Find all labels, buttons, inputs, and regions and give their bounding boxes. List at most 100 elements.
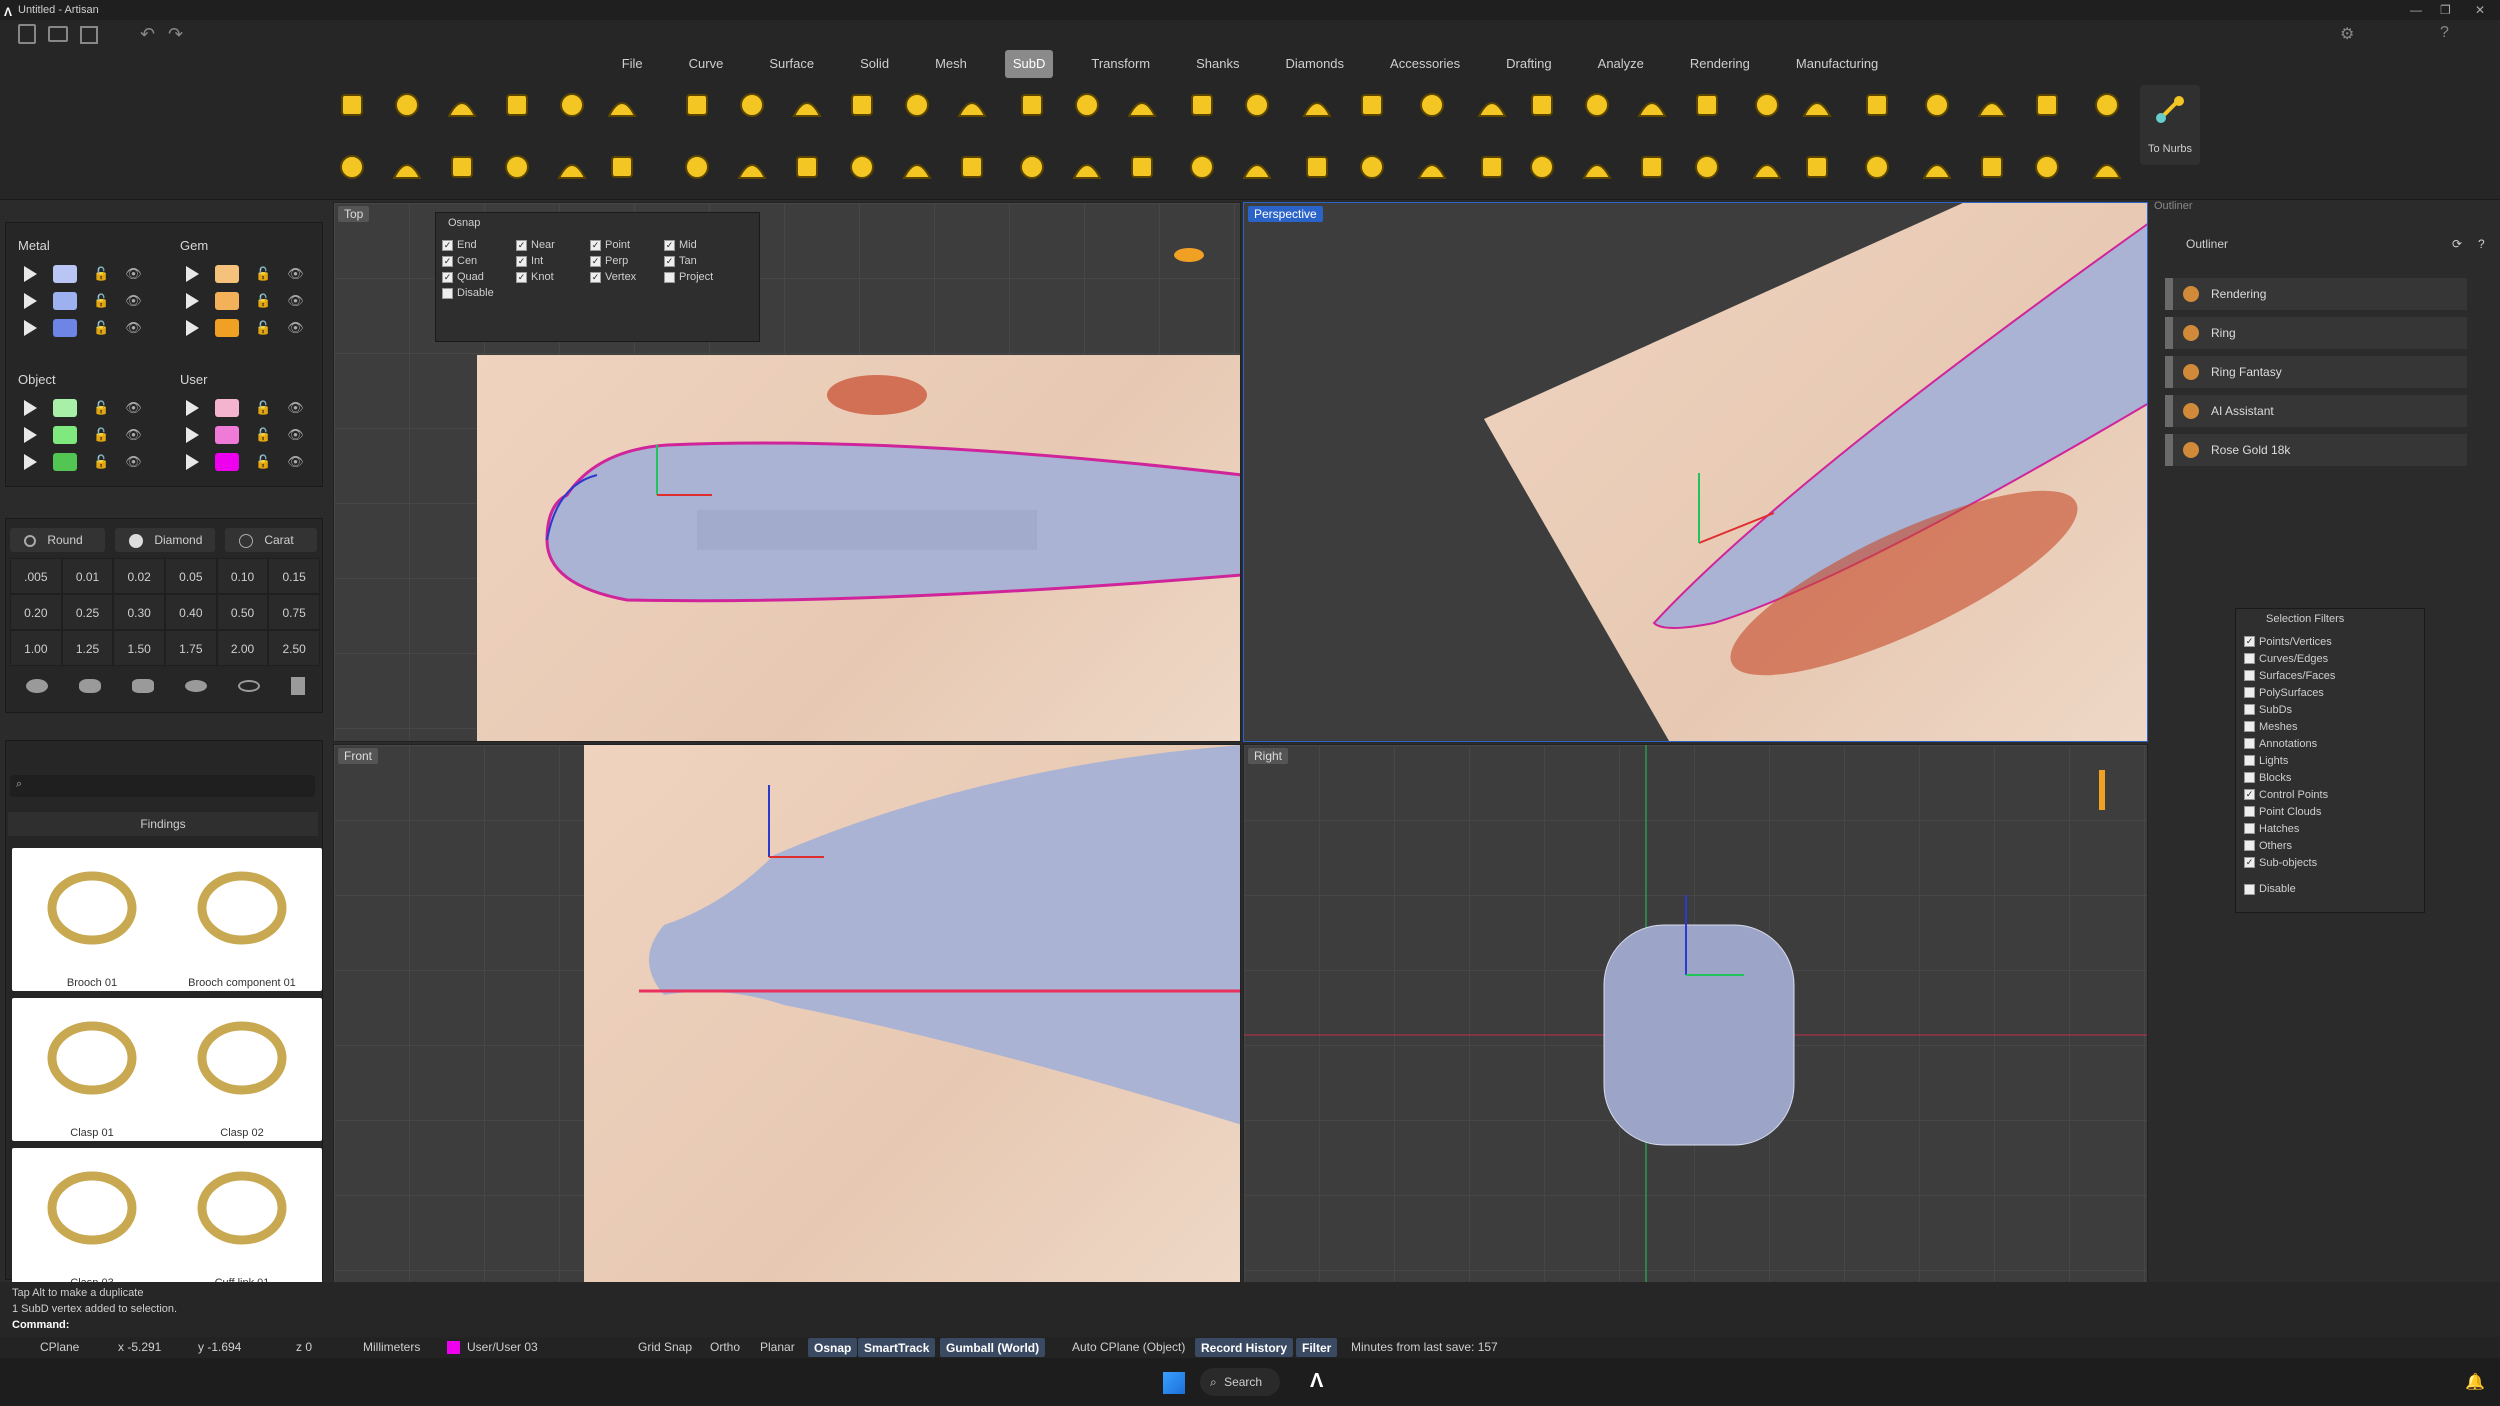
menu-accessories[interactable]: Accessories xyxy=(1382,50,1468,78)
ribbon-tool-button[interactable] xyxy=(1240,88,1274,122)
library-category[interactable]: Findings xyxy=(8,812,318,836)
checkbox[interactable]: ✓ xyxy=(2244,636,2255,647)
selection-filter-disable[interactable]: Disable xyxy=(2244,881,2414,897)
gem-size-option[interactable]: 0.15 xyxy=(268,558,320,594)
layer-color-swatch[interactable] xyxy=(53,426,77,444)
ribbon-tool-button[interactable] xyxy=(2090,150,2124,184)
menu-curve[interactable]: Curve xyxy=(681,50,732,78)
ribbon-tool-button[interactable] xyxy=(1635,88,1669,122)
ribbon-tool-button[interactable] xyxy=(845,150,879,184)
outliner-item[interactable]: Rendering xyxy=(2165,278,2467,310)
selection-filter-option[interactable]: Point Clouds xyxy=(2244,803,2414,820)
notification-icon[interactable]: 🔔 xyxy=(2465,1372,2485,1392)
selection-filter-option[interactable]: Meshes xyxy=(2244,718,2414,735)
eye-icon[interactable]: 👁 xyxy=(287,454,304,470)
menu-rendering[interactable]: Rendering xyxy=(1682,50,1758,78)
ribbon-tool-button[interactable] xyxy=(555,150,589,184)
ribbon-tool-button[interactable] xyxy=(1475,150,1509,184)
checkbox[interactable]: ✓ xyxy=(442,239,453,251)
layer-color-swatch[interactable] xyxy=(53,319,77,337)
menu-subd[interactable]: SubD xyxy=(1004,50,1054,78)
ribbon-tool-button[interactable] xyxy=(1070,88,1104,122)
select-layer-icon[interactable] xyxy=(24,320,37,336)
help-icon[interactable]: ? xyxy=(2478,230,2485,258)
layer-color-swatch[interactable] xyxy=(53,292,77,310)
ribbon-tool-button[interactable] xyxy=(445,88,479,122)
selection-filter-option[interactable]: ✓ Control Points xyxy=(2244,786,2414,803)
osnap-option[interactable]: ✓ Int xyxy=(516,253,590,269)
checkbox[interactable]: ✓ xyxy=(442,255,453,267)
menu-surface[interactable]: Surface xyxy=(761,50,822,78)
lock-icon[interactable]: 🔓 xyxy=(93,320,109,336)
checkbox[interactable]: ✓ xyxy=(590,255,601,267)
select-layer-icon[interactable] xyxy=(186,400,199,416)
ribbon-tool-button[interactable] xyxy=(2030,150,2064,184)
viewport-label-front[interactable]: Front xyxy=(338,748,379,764)
gem-size-option[interactable]: 0.75 xyxy=(268,594,320,630)
grid-snap-toggle[interactable]: Grid Snap xyxy=(638,1337,692,1358)
ribbon-tool-button[interactable] xyxy=(1750,88,1784,122)
ribbon-tool-button[interactable] xyxy=(1415,88,1449,122)
gem-cut-icon[interactable] xyxy=(25,679,48,693)
menu-drafting[interactable]: Drafting xyxy=(1498,50,1560,78)
lock-icon[interactable]: 🔓 xyxy=(255,400,271,416)
record-history-toggle[interactable]: Record History xyxy=(1195,1338,1294,1357)
viewport-perspective[interactable]: Perspective xyxy=(1243,202,2148,742)
osnap-option[interactable]: ✓ Point xyxy=(590,237,664,253)
osnap-option[interactable]: ✓ Cen xyxy=(442,253,516,269)
ribbon-tool-button[interactable] xyxy=(735,150,769,184)
checkbox[interactable]: ✓ xyxy=(516,239,527,251)
ribbon-tool-button[interactable] xyxy=(1070,150,1104,184)
gem-size-option[interactable]: 2.00 xyxy=(216,630,269,666)
library-item[interactable]: Cuff link 01 xyxy=(162,1148,322,1291)
menu-mesh[interactable]: Mesh xyxy=(927,50,975,78)
select-layer-icon[interactable] xyxy=(24,454,37,470)
ribbon-tool-button[interactable] xyxy=(390,150,424,184)
library-item[interactable]: Clasp 02 xyxy=(162,998,322,1141)
outliner-item[interactable]: Ring xyxy=(2165,317,2467,349)
ribbon-tool-button[interactable] xyxy=(845,88,879,122)
ribbon-tool-button[interactable] xyxy=(1635,150,1669,184)
menu-file[interactable]: File xyxy=(614,50,651,78)
ribbon-tool-button[interactable] xyxy=(955,150,989,184)
selection-filter-option[interactable]: ✓ Points/Vertices xyxy=(2244,633,2414,650)
library-item[interactable]: Brooch component 01 xyxy=(162,848,322,991)
checkbox[interactable] xyxy=(664,271,675,283)
command-prompt[interactable]: Command: xyxy=(12,1319,69,1331)
ribbon-tool-button[interactable] xyxy=(900,150,934,184)
ribbon-tool-button[interactable] xyxy=(1690,88,1724,122)
carat-button[interactable]: Carat xyxy=(225,528,317,552)
help-icon[interactable]: ? xyxy=(2440,24,2449,42)
select-layer-icon[interactable] xyxy=(24,293,37,309)
osnap-option[interactable]: ✓ Tan xyxy=(664,253,738,269)
checkbox[interactable]: ✓ xyxy=(590,239,601,251)
checkbox[interactable] xyxy=(2244,823,2255,834)
selection-filter-option[interactable]: ✓ Sub-objects xyxy=(2244,854,2414,871)
ribbon-tool-button[interactable] xyxy=(1355,150,1389,184)
gem-cut-icon[interactable] xyxy=(131,679,154,693)
gem-size-option[interactable]: 0.01 xyxy=(61,558,114,594)
ribbon-tool-button[interactable] xyxy=(1015,88,1049,122)
select-layer-icon[interactable] xyxy=(186,320,199,336)
checkbox[interactable]: ✓ xyxy=(516,255,527,267)
menu-transform[interactable]: Transform xyxy=(1083,50,1158,78)
ribbon-tool-button[interactable] xyxy=(790,88,824,122)
select-layer-icon[interactable] xyxy=(186,266,199,282)
ribbon-tool-button[interactable] xyxy=(1125,150,1159,184)
eye-icon[interactable]: 👁 xyxy=(287,320,304,336)
checkbox[interactable] xyxy=(2244,883,2255,895)
ribbon-tool-button[interactable] xyxy=(1415,150,1449,184)
lock-icon[interactable]: 🔓 xyxy=(93,454,109,470)
select-layer-icon[interactable] xyxy=(186,293,199,309)
filter-toggle[interactable]: Filter xyxy=(1296,1338,1338,1357)
layer-color-swatch[interactable] xyxy=(215,265,239,283)
layer-color-swatch[interactable] xyxy=(53,399,77,417)
ribbon-tool-button[interactable] xyxy=(500,88,534,122)
lock-icon[interactable]: 🔓 xyxy=(255,293,271,309)
selection-filter-option[interactable]: Curves/Edges xyxy=(2244,650,2414,667)
layer-color-swatch[interactable] xyxy=(215,453,239,471)
gem-size-option[interactable]: 0.25 xyxy=(61,594,114,630)
close-button[interactable]: ✕ xyxy=(2475,0,2485,20)
checkbox[interactable]: ✓ xyxy=(664,255,675,267)
osnap-toggle[interactable]: Osnap xyxy=(808,1338,858,1357)
